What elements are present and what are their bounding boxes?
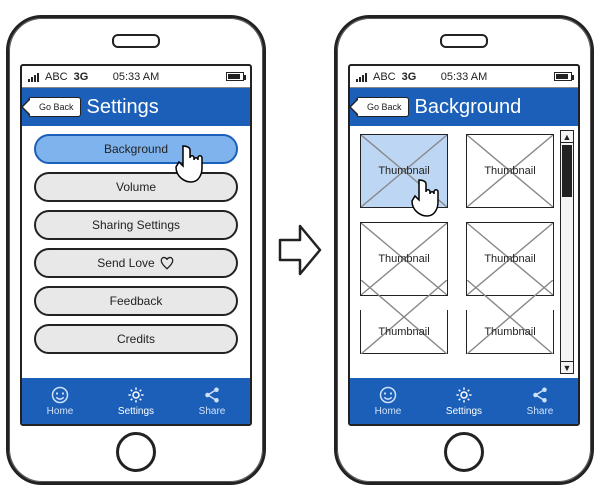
statusbar: ABC 3G 05:33 AM bbox=[22, 66, 250, 88]
go-back-button[interactable]: Go Back bbox=[356, 97, 409, 117]
settings-content: Background Volume Sharing Settings Send … bbox=[22, 126, 250, 378]
scrollbar[interactable]: ▲ ▼ bbox=[560, 130, 574, 374]
share-icon bbox=[531, 386, 549, 404]
battery-icon bbox=[554, 72, 572, 81]
menu-item-label: Feedback bbox=[110, 294, 163, 308]
thumbnail-label: Thumbnail bbox=[482, 326, 537, 338]
tabbar: Home Settings Share bbox=[22, 378, 250, 424]
menu-item-label: Background bbox=[104, 142, 168, 156]
share-icon bbox=[203, 386, 221, 404]
screen-right: ABC 3G 05:33 AM Go Back Background Thumb… bbox=[348, 64, 580, 426]
scroll-thumb[interactable] bbox=[562, 145, 572, 197]
network-label: 3G bbox=[74, 71, 89, 83]
tab-share[interactable]: Share bbox=[174, 378, 250, 424]
page-title: Background bbox=[415, 96, 522, 119]
tabbar: Home Settings Share bbox=[350, 378, 578, 424]
tab-label: Home bbox=[375, 406, 402, 417]
phone-right: ABC 3G 05:33 AM Go Back Background Thumb… bbox=[334, 15, 594, 485]
thumbnail-label: Thumbnail bbox=[482, 253, 537, 265]
background-content: Thumbnail Thumbnail Thumbnail Thumbnail bbox=[350, 126, 578, 378]
menu-item-sharing[interactable]: Sharing Settings bbox=[34, 210, 238, 240]
menu-item-credits[interactable]: Credits bbox=[34, 324, 238, 354]
flow-arrow-icon bbox=[278, 220, 322, 280]
heart-icon bbox=[159, 256, 175, 270]
network-label: 3G bbox=[402, 71, 417, 83]
tab-settings[interactable]: Settings bbox=[98, 378, 174, 424]
go-back-button[interactable]: Go Back bbox=[28, 97, 81, 117]
menu-item-label: Credits bbox=[117, 332, 155, 346]
thumbnail-label: Thumbnail bbox=[376, 326, 431, 338]
menu-item-volume[interactable]: Volume bbox=[34, 172, 238, 202]
battery-icon bbox=[226, 72, 244, 81]
phone-left: ABC 3G 05:33 AM Go Back Settings Backgro… bbox=[6, 15, 266, 485]
tab-settings[interactable]: Settings bbox=[426, 378, 502, 424]
thumbnail-item[interactable]: Thumbnail bbox=[466, 134, 554, 208]
gear-icon bbox=[127, 386, 145, 404]
go-back-label: Go Back bbox=[39, 102, 74, 112]
signal-icon bbox=[28, 72, 39, 82]
thumbnail-item[interactable]: Thumbnail bbox=[360, 310, 448, 354]
thumbnail-label: Thumbnail bbox=[482, 165, 537, 177]
scroll-down-icon[interactable]: ▼ bbox=[561, 361, 573, 373]
header: Go Back Settings bbox=[22, 88, 250, 126]
smile-icon bbox=[51, 386, 69, 404]
tab-label: Settings bbox=[118, 406, 154, 417]
tab-label: Settings bbox=[446, 406, 482, 417]
tab-home[interactable]: Home bbox=[22, 378, 98, 424]
carrier-label: ABC bbox=[373, 71, 396, 83]
header: Go Back Background bbox=[350, 88, 578, 126]
signal-icon bbox=[356, 72, 367, 82]
menu-item-label: Send Love bbox=[97, 256, 154, 270]
carrier-label: ABC bbox=[45, 71, 68, 83]
menu-item-feedback[interactable]: Feedback bbox=[34, 286, 238, 316]
tab-label: Home bbox=[47, 406, 74, 417]
tab-share[interactable]: Share bbox=[502, 378, 578, 424]
smile-icon bbox=[379, 386, 397, 404]
scroll-up-icon[interactable]: ▲ bbox=[561, 131, 573, 143]
menu-item-send-love[interactable]: Send Love bbox=[34, 248, 238, 278]
thumbnail-item[interactable]: Thumbnail bbox=[466, 310, 554, 354]
gear-icon bbox=[455, 386, 473, 404]
screen-left: ABC 3G 05:33 AM Go Back Settings Backgro… bbox=[20, 64, 252, 426]
menu-item-label: Volume bbox=[116, 180, 156, 194]
tab-label: Share bbox=[527, 406, 554, 417]
tab-label: Share bbox=[199, 406, 226, 417]
thumbnail-item[interactable]: Thumbnail bbox=[360, 134, 448, 208]
menu-item-label: Sharing Settings bbox=[92, 218, 180, 232]
tab-home[interactable]: Home bbox=[350, 378, 426, 424]
go-back-label: Go Back bbox=[367, 102, 402, 112]
statusbar: ABC 3G 05:33 AM bbox=[350, 66, 578, 88]
thumbnail-label: Thumbnail bbox=[376, 165, 431, 177]
thumbnail-label: Thumbnail bbox=[376, 253, 431, 265]
page-title: Settings bbox=[87, 96, 159, 119]
menu-item-background[interactable]: Background bbox=[34, 134, 238, 164]
